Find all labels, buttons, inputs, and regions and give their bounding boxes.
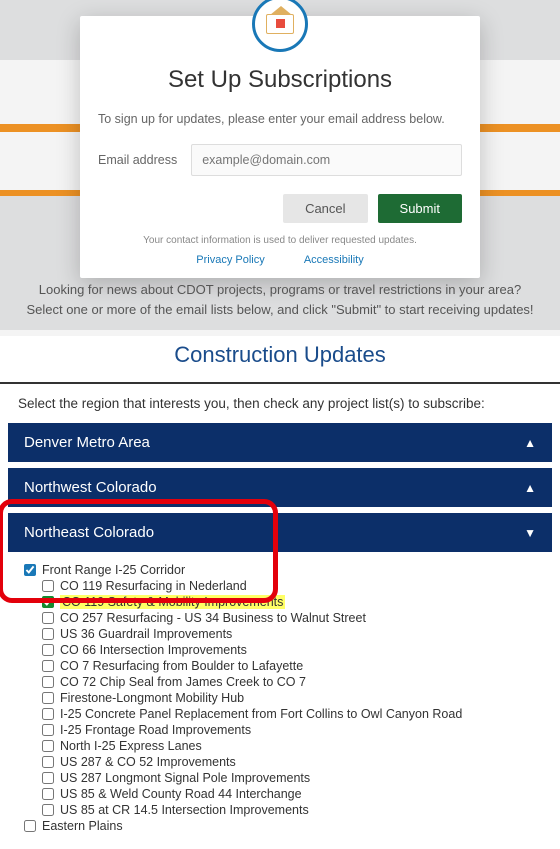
item-label: Firestone-Longmont Mobility Hub [60,691,244,705]
section-title: Construction Updates [0,336,560,382]
list-item[interactable]: CO 66 Intersection Improvements [42,642,536,658]
checkbox[interactable] [42,708,54,720]
checkbox[interactable] [42,740,54,752]
item-label: Front Range I-25 Corridor [42,563,185,577]
subscriptions-modal: Set Up Subscriptions To sign up for upda… [80,16,480,278]
list-item[interactable]: CO 72 Chip Seal from James Creek to CO 7 [42,674,536,690]
checkbox[interactable] [42,772,54,784]
checkbox[interactable] [42,612,54,624]
list-item[interactable]: CO 7 Resurfacing from Boulder to Lafayet… [42,658,536,674]
checkbox[interactable] [42,660,54,672]
checkbox[interactable] [42,596,54,608]
list-item[interactable]: CO 119 Resurfacing in Nederland [42,578,536,594]
list-item[interactable]: US 36 Guardrail Improvements [42,626,536,642]
list-item[interactable]: US 287 Longmont Signal Pole Improvements [42,770,536,786]
item-label: North I-25 Express Lanes [60,739,202,753]
chevron-down-icon: ▼ [524,526,536,540]
checkbox[interactable] [42,676,54,688]
cancel-button[interactable]: Cancel [283,194,367,223]
list-item[interactable]: Front Range I-25 Corridor [24,562,536,578]
checkbox[interactable] [42,804,54,816]
checkbox[interactable] [42,644,54,656]
modal-title: Set Up Subscriptions [98,66,462,94]
checkbox[interactable] [24,564,36,576]
item-label: US 85 & Weld County Road 44 Interchange [60,787,302,801]
chevron-up-icon: ▲ [524,481,536,495]
list-item[interactable]: I-25 Concrete Panel Replacement from For… [42,706,536,722]
item-label: Eastern Plains [42,819,123,833]
email-label: Email address [98,153,177,167]
item-label: US 85 at CR 14.5 Intersection Improvemen… [60,803,309,817]
list-item[interactable]: Eastern Plains [24,818,536,834]
accordion-northeast[interactable]: Northeast Colorado ▼ [8,513,552,552]
checkbox[interactable] [24,820,36,832]
item-label: CO 7 Resurfacing from Boulder to Lafayet… [60,659,303,673]
checkbox[interactable] [42,580,54,592]
item-label: CO 119 Resurfacing in Nederland [60,579,247,593]
fine-print: Your contact information is used to deli… [98,235,462,246]
list-item[interactable]: Firestone-Longmont Mobility Hub [42,690,536,706]
list-item[interactable]: US 85 & Weld County Road 44 Interchange [42,786,536,802]
list-item[interactable]: US 287 & CO 52 Improvements [42,754,536,770]
checkbox[interactable] [42,756,54,768]
item-label: CO 119 Safety & Mobility Improvements [60,595,285,609]
checkbox[interactable] [42,788,54,800]
email-field[interactable] [191,144,462,176]
checkbox[interactable] [42,692,54,704]
chevron-up-icon: ▲ [524,436,536,450]
checkbox[interactable] [42,724,54,736]
accordion-northwest[interactable]: Northwest Colorado ▲ [8,468,552,507]
item-label: CO 72 Chip Seal from James Creek to CO 7 [60,675,306,689]
modal-instruction: To sign up for updates, please enter you… [98,112,462,126]
list-item[interactable]: US 85 at CR 14.5 Intersection Improvemen… [42,802,536,818]
item-label: CO 257 Resurfacing - US 34 Business to W… [60,611,366,625]
envelope-icon [252,0,308,52]
intro-text: Looking for news about CDOT projects, pr… [0,280,560,319]
item-label: US 36 Guardrail Improvements [60,627,232,641]
accordion-label: Denver Metro Area [24,434,150,451]
list-item[interactable]: I-25 Frontage Road Improvements [42,722,536,738]
accessibility-link[interactable]: Accessibility [304,254,364,266]
list-item[interactable]: CO 257 Resurfacing - US 34 Business to W… [42,610,536,626]
item-label: CO 66 Intersection Improvements [60,643,247,657]
item-label: I-25 Concrete Panel Replacement from For… [60,707,462,721]
checkbox[interactable] [42,628,54,640]
item-label: I-25 Frontage Road Improvements [60,723,251,737]
privacy-policy-link[interactable]: Privacy Policy [196,254,264,266]
accordion-label: Northeast Colorado [24,524,154,541]
select-instruction: Select the region that interests you, th… [0,384,560,423]
accordion-denver-metro[interactable]: Denver Metro Area ▲ [8,423,552,462]
list-item[interactable]: CO 119 Safety & Mobility Improvements [42,594,536,610]
item-label: US 287 & CO 52 Improvements [60,755,236,769]
accordion-label: Northwest Colorado [24,479,157,496]
accordion-body-northeast: Front Range I-25 Corridor CO 119 Resurfac… [8,552,552,842]
list-item[interactable]: North I-25 Express Lanes [42,738,536,754]
item-label: US 287 Longmont Signal Pole Improvements [60,771,310,785]
submit-button[interactable]: Submit [378,194,462,223]
